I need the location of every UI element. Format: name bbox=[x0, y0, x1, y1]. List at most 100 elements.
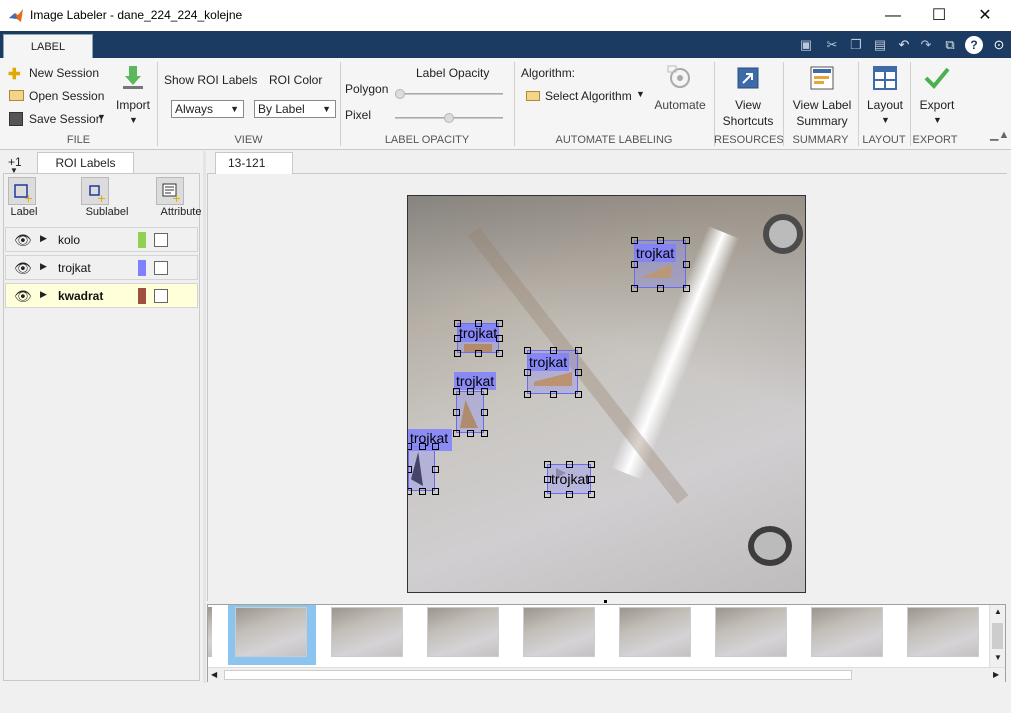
thumbnail[interactable] bbox=[811, 607, 883, 657]
resize-handle[interactable] bbox=[408, 488, 412, 495]
resize-handle[interactable] bbox=[631, 285, 638, 292]
scroll-thumb[interactable] bbox=[224, 670, 852, 680]
paste-icon[interactable]: ▤ bbox=[871, 36, 889, 54]
slider-thumb[interactable] bbox=[444, 113, 454, 123]
resize-handle[interactable] bbox=[588, 476, 595, 483]
thumbnail[interactable] bbox=[427, 607, 499, 657]
resize-handle[interactable] bbox=[481, 388, 488, 395]
maximize-button[interactable]: ☐ bbox=[916, 0, 962, 31]
view-shortcuts-button[interactable]: View Shortcuts bbox=[717, 64, 779, 130]
resize-handle[interactable] bbox=[544, 476, 551, 483]
polygon-opacity-slider[interactable] bbox=[395, 88, 503, 102]
redo-icon[interactable]: ↷ bbox=[917, 36, 935, 54]
eye-icon[interactable]: 👁 bbox=[14, 288, 32, 305]
roi-color-dropdown[interactable]: By Label ▼ bbox=[254, 100, 336, 118]
add-label-button[interactable]: + bbox=[8, 177, 36, 205]
resize-handle[interactable] bbox=[631, 261, 638, 268]
resize-handle[interactable] bbox=[467, 388, 474, 395]
resize-handle[interactable] bbox=[408, 443, 412, 450]
resize-handle[interactable] bbox=[475, 320, 482, 327]
resize-handle[interactable] bbox=[683, 237, 690, 244]
resize-handle[interactable] bbox=[481, 409, 488, 416]
roi-label-row-kwadrat[interactable]: 👁 ▶ kwadrat bbox=[5, 283, 198, 308]
resize-handle[interactable] bbox=[524, 369, 531, 376]
cut-icon[interactable]: ✂ bbox=[823, 36, 841, 54]
select-algorithm-dropdown[interactable]: Select Algorithm ▼ bbox=[525, 88, 647, 106]
thumbnail[interactable] bbox=[235, 607, 307, 657]
resize-handle[interactable] bbox=[454, 320, 461, 327]
scroll-left-icon[interactable]: ◀ bbox=[211, 670, 217, 679]
resize-handle[interactable] bbox=[549, 391, 557, 398]
open-session-button[interactable]: Open Session bbox=[8, 88, 108, 106]
expand-arrow-icon[interactable]: ▶ bbox=[40, 233, 47, 244]
view-label-summary-button[interactable]: View Label Summary bbox=[787, 64, 857, 130]
collapse-menu-icon[interactable]: ⊙ bbox=[990, 36, 1008, 54]
pixel-opacity-slider[interactable] bbox=[395, 112, 503, 126]
resize-handle[interactable] bbox=[432, 443, 439, 450]
resize-handle[interactable] bbox=[453, 388, 460, 395]
tab-label[interactable]: LABEL bbox=[3, 34, 93, 58]
add-attribute-button[interactable]: + bbox=[156, 177, 184, 205]
add-sublabel-button[interactable]: + bbox=[81, 177, 109, 205]
close-button[interactable]: ✕ bbox=[962, 0, 1008, 31]
resize-handle[interactable] bbox=[524, 391, 531, 398]
help-icon[interactable]: ? bbox=[965, 36, 983, 54]
thumbnail[interactable] bbox=[523, 607, 595, 657]
resize-handle[interactable] bbox=[683, 261, 690, 268]
show-roi-labels-dropdown[interactable]: Always ▼ bbox=[171, 100, 244, 118]
resize-handle[interactable] bbox=[631, 237, 638, 244]
scroll-thumb[interactable] bbox=[992, 623, 1003, 649]
resize-handle[interactable] bbox=[524, 347, 531, 354]
resize-handle[interactable] bbox=[432, 465, 439, 473]
export-button[interactable]: Export ▼ bbox=[914, 64, 960, 130]
roi-label-row-kolo[interactable]: 👁 ▶ kolo bbox=[5, 227, 198, 252]
resize-handle[interactable] bbox=[467, 430, 474, 437]
new-session-button[interactable]: ✚ New Session bbox=[8, 65, 108, 83]
roi-box[interactable] bbox=[456, 391, 484, 433]
scroll-up-icon[interactable]: ▲ bbox=[994, 607, 1002, 616]
resize-handle[interactable] bbox=[549, 347, 557, 354]
resize-handle[interactable] bbox=[575, 369, 582, 376]
resize-handle[interactable] bbox=[418, 488, 426, 495]
resize-handle[interactable] bbox=[432, 488, 439, 495]
vertical-scrollbar[interactable]: ▲ ▼ bbox=[989, 605, 1005, 667]
resize-handle[interactable] bbox=[496, 350, 503, 357]
scroll-down-icon[interactable]: ▼ bbox=[994, 653, 1002, 662]
roi-label-row-trojkat[interactable]: 👁 ▶ trojkat bbox=[5, 255, 198, 280]
save-icon[interactable]: ▣ bbox=[797, 36, 815, 54]
resize-handle[interactable] bbox=[588, 491, 595, 498]
resize-handle[interactable] bbox=[418, 443, 426, 450]
horizontal-scrollbar[interactable]: ◀ ▶ bbox=[208, 667, 1005, 682]
resize-handle[interactable] bbox=[408, 465, 412, 473]
labeled-image[interactable]: trojkat trojkat trojkat trojkat trojkat … bbox=[407, 195, 806, 593]
copy-icon[interactable]: ❐ bbox=[847, 36, 865, 54]
visibility-checkbox[interactable] bbox=[154, 233, 168, 247]
thumbnail[interactable] bbox=[907, 607, 979, 657]
import-button[interactable]: Import ▼ bbox=[113, 64, 153, 128]
eye-icon[interactable]: 👁 bbox=[14, 232, 32, 249]
resize-handle[interactable] bbox=[657, 237, 664, 244]
resize-handle[interactable] bbox=[496, 335, 503, 342]
tab-image-13-121[interactable]: 13-121 bbox=[215, 152, 293, 174]
resize-handle[interactable] bbox=[575, 347, 582, 354]
resize-handle[interactable] bbox=[454, 335, 461, 342]
panel-resize-handle[interactable] bbox=[604, 600, 607, 603]
resize-handle[interactable] bbox=[454, 350, 461, 357]
resize-handle[interactable] bbox=[481, 430, 488, 437]
scroll-right-icon[interactable]: ▶ bbox=[993, 670, 999, 679]
minimize-button[interactable]: — bbox=[870, 0, 916, 31]
resize-handle[interactable] bbox=[453, 409, 460, 416]
resize-handle[interactable] bbox=[575, 391, 582, 398]
panel-splitter[interactable] bbox=[203, 151, 206, 683]
automate-button[interactable]: Automate bbox=[651, 64, 709, 116]
eye-icon[interactable]: 👁 bbox=[14, 260, 32, 277]
expand-arrow-icon[interactable]: ▶ bbox=[40, 261, 47, 272]
layout-button[interactable]: Layout ▼ bbox=[862, 64, 908, 130]
undo-icon[interactable]: ↶ bbox=[895, 36, 913, 54]
thumbnail[interactable] bbox=[619, 607, 691, 657]
visibility-checkbox[interactable] bbox=[154, 289, 168, 303]
resize-handle[interactable] bbox=[496, 320, 503, 327]
resize-handle[interactable] bbox=[453, 430, 460, 437]
resize-handle[interactable] bbox=[566, 461, 573, 468]
collapse-toolstrip-icon[interactable]: ▁▲ bbox=[990, 128, 1009, 141]
